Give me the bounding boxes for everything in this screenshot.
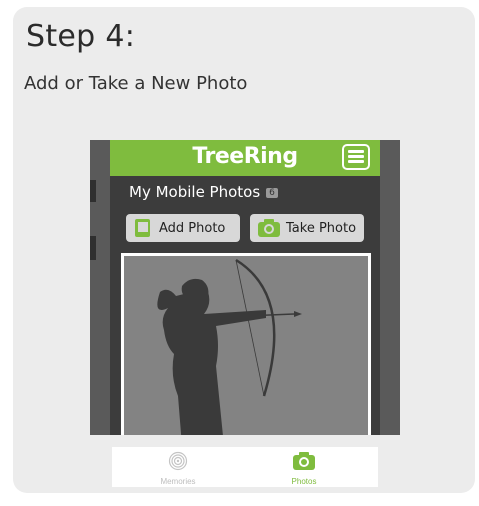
fingerprint-icon [168,451,188,471]
step-title: Step 4: [26,19,136,54]
add-photo-label: Add Photo [159,221,226,236]
treering-logo: TreeRing [192,144,298,169]
phone-screenshot: TreeRing My Mobile Photos 6 Add Photo Tak… [90,140,400,435]
camera-icon [293,452,315,470]
tab-memories-label: Memories [160,477,196,486]
photo-thumbnail[interactable] [121,253,371,435]
step-subtitle: Add or Take a New Photo [24,73,248,94]
camera-icon [258,219,280,237]
take-photo-button[interactable]: Take Photo [250,214,364,242]
right-edge [380,140,400,435]
photo-album-icon [135,219,150,237]
take-photo-label: Take Photo [286,221,357,236]
archer-silhouette-image [124,256,368,435]
tab-photos[interactable]: Photos [264,451,344,486]
photo-count-badge: 6 [266,188,278,198]
side-button [90,236,96,260]
tab-memories[interactable]: Memories [138,451,218,486]
menu-icon[interactable] [342,144,370,170]
tab-photos-label: Photos [291,477,317,486]
bottom-tab-bar: Memories Photos [112,447,378,487]
left-edge [90,140,110,435]
side-button [90,180,96,202]
add-photo-button[interactable]: Add Photo [126,214,240,242]
page-title-label: My Mobile Photos [129,183,261,201]
app-header: TreeRing [110,140,380,176]
page-header: My Mobile Photos 6 [110,176,380,206]
page-title: My Mobile Photos 6 [129,183,278,201]
